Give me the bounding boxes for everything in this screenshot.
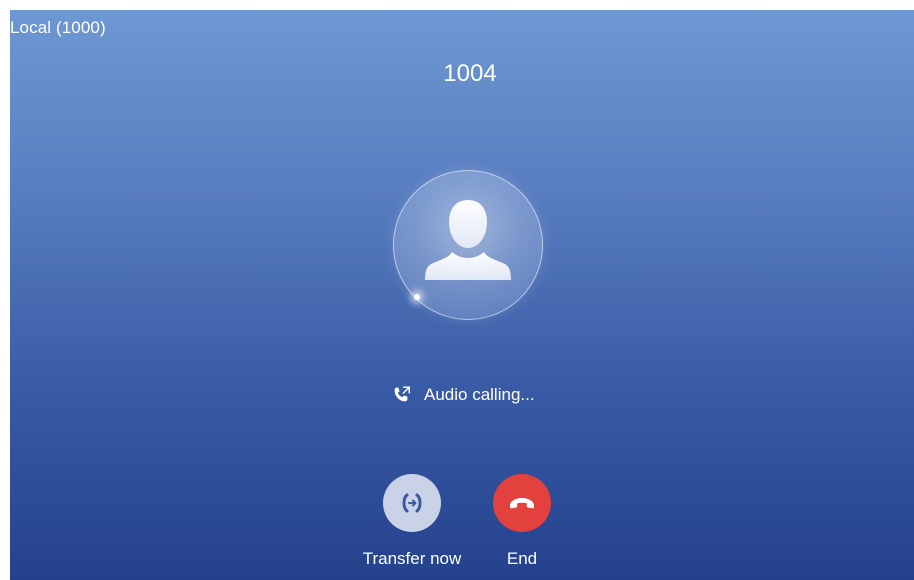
call-status-text: Audio calling...: [424, 385, 535, 404]
account-label: Local (1000): [10, 18, 106, 37]
transfer-now-label: Transfer now: [362, 549, 462, 568]
ring-indicator-dot: [414, 294, 420, 300]
outgoing-call-icon: [394, 386, 410, 402]
callee-number: 1004: [443, 60, 497, 87]
transfer-call-icon: [402, 493, 422, 513]
call-status: Audio calling...: [390, 383, 535, 407]
call-screen: Local (1000) 1004 Audio calling... Trans…: [10, 10, 914, 580]
contact-avatar: [393, 170, 543, 320]
end-call-label: End: [506, 549, 538, 568]
end-call-button[interactable]: [493, 474, 551, 532]
transfer-now-button[interactable]: [383, 474, 441, 532]
hang-up-icon: [510, 498, 534, 509]
